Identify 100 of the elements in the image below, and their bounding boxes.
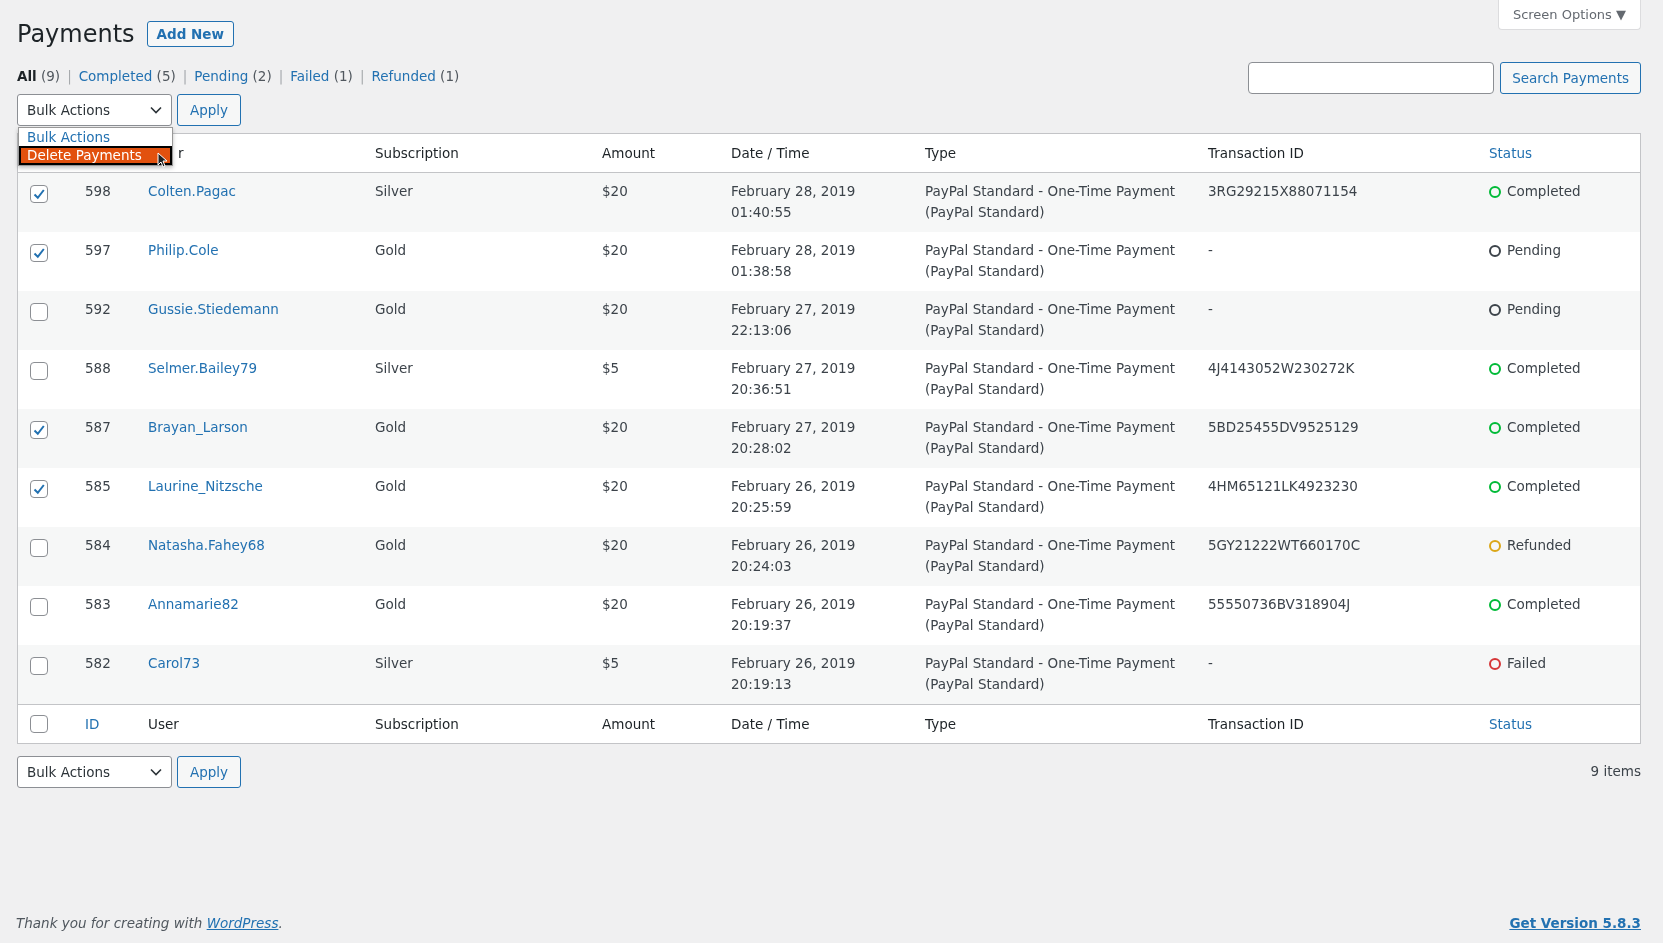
time-text: 01:40:55 (731, 203, 793, 222)
checkbox[interactable] (30, 185, 48, 203)
id-cell: 597 (85, 242, 111, 258)
column-header: Amount (602, 144, 656, 161)
apply-button[interactable]: Apply (177, 756, 242, 788)
time-text: 20:28:02 (731, 439, 793, 458)
time-text: 01:38:58 (731, 262, 793, 281)
separator: | (182, 68, 188, 84)
user-link[interactable]: Carol73 (148, 655, 201, 671)
time-text: 20:25:59 (731, 498, 793, 517)
status-text: Completed (1507, 595, 1581, 614)
menu-option[interactable]: Delete Payments (19, 146, 172, 165)
filter-link[interactable]: Completed (5) (78, 68, 176, 84)
column-header[interactable]: Status (1489, 715, 1533, 732)
user-link[interactable]: Natasha.Fahey68 (148, 537, 265, 553)
time-text: 20:19:13 (731, 675, 793, 694)
column-header[interactable]: ID (85, 715, 100, 732)
date-text: February 27, 2019 (731, 359, 857, 378)
subscription-cell: Gold (375, 419, 407, 435)
status-text: Failed (1507, 654, 1547, 673)
filter-link[interactable]: Refunded (1) (371, 68, 460, 84)
status-text: Completed (1507, 477, 1581, 496)
item-count: 9 items (1590, 763, 1641, 779)
transaction-id-cell: 4J4143052W230272K (1208, 360, 1355, 376)
date-text: February 28, 2019 (731, 241, 857, 260)
menu-option[interactable]: Bulk Actions (19, 128, 172, 146)
checkbox[interactable] (30, 715, 48, 733)
user-link[interactable]: Brayan_Larson (148, 419, 248, 435)
date-text: February 27, 2019 (731, 418, 857, 437)
gateway-text: (PayPal Standard) (925, 203, 1046, 222)
transaction-id-cell: - (1208, 242, 1213, 258)
filter-link[interactable]: All (9) (17, 68, 61, 84)
subscription-cell: Gold (375, 537, 407, 553)
status-text: Refunded (1507, 536, 1572, 555)
checkbox[interactable] (30, 598, 48, 616)
subscription-cell: Gold (375, 301, 407, 317)
version-link[interactable]: Get Version 5.8.3 (1509, 915, 1641, 931)
id-cell: 582 (85, 655, 111, 671)
checkbox[interactable] (30, 303, 48, 321)
checkbox[interactable] (30, 362, 48, 380)
transaction-id-cell: 55550736BV318904J (1208, 596, 1351, 612)
id-cell: 587 (85, 419, 111, 435)
user-link[interactable]: Colten.Pagac (148, 183, 236, 199)
amount-cell: $20 (602, 478, 628, 494)
subscription-cell: Silver (375, 655, 413, 671)
payment-type-text: PayPal Standard - One-Time Payment (925, 536, 1177, 555)
checkbox[interactable] (30, 421, 48, 439)
subscription-cell: Gold (375, 478, 407, 494)
user-link[interactable]: Laurine_Nitzsche (148, 478, 263, 494)
date-text: February 26, 2019 (731, 595, 857, 614)
filter-link[interactable]: Failed (1) (290, 68, 353, 84)
search-field[interactable] (1248, 62, 1495, 94)
id-cell: 585 (85, 478, 111, 494)
time-text: 20:19:37 (731, 616, 793, 635)
add-new-button[interactable]: Add New (146, 21, 234, 47)
amount-cell: $20 (602, 301, 628, 317)
gateway-text: (PayPal Standard) (925, 498, 1046, 517)
bulk-actions-select[interactable]: Bulk Actions (17, 756, 172, 788)
amount-cell: $20 (602, 537, 628, 553)
id-cell: 584 (85, 537, 111, 553)
checkbox[interactable] (30, 244, 48, 262)
status-text: Pending (1507, 241, 1561, 260)
page-title: Payments (17, 20, 135, 48)
payment-type-text: PayPal Standard - One-Time Payment (925, 477, 1177, 496)
subscription-cell: Gold (375, 596, 407, 612)
transaction-id-cell: 3RG29215X88071154 (1208, 183, 1358, 199)
date-text: February 27, 2019 (731, 300, 857, 319)
user-link[interactable]: Philip.Cole (148, 242, 219, 258)
checkbox[interactable] (30, 480, 48, 498)
user-link[interactable]: Selmer.Bailey79 (148, 360, 258, 376)
payment-type-text: PayPal Standard - One-Time Payment (925, 241, 1177, 260)
checkbox[interactable] (30, 657, 48, 675)
separator: | (67, 68, 72, 84)
payment-type-text: PayPal Standard - One-Time Payment (925, 654, 1177, 673)
gateway-text: (PayPal Standard) (925, 557, 1046, 576)
apply-button[interactable]: Apply (177, 94, 242, 126)
id-cell: 592 (85, 301, 111, 317)
column-header: Type (925, 144, 956, 161)
column-header: Type (925, 715, 956, 732)
time-text: 20:36:51 (731, 380, 793, 399)
column-header: Amount (602, 715, 656, 732)
column-header: Subscription (375, 715, 459, 732)
filter-link[interactable]: Pending (2) (194, 68, 272, 84)
user-link[interactable]: Gussie.Stiedemann (148, 301, 279, 317)
payment-type-text: PayPal Standard - One-Time Payment (925, 182, 1177, 201)
column-header[interactable]: Status (1489, 144, 1533, 161)
gateway-text: (PayPal Standard) (925, 675, 1046, 694)
footer-text: Thank you for creating with WordPress. (16, 915, 283, 931)
checkbox[interactable] (30, 539, 48, 557)
gateway-text: (PayPal Standard) (925, 616, 1046, 635)
search-button[interactable]: Search Payments (1500, 62, 1641, 94)
user-link[interactable]: Annamarie82 (148, 596, 239, 612)
amount-cell: $5 (602, 360, 620, 376)
gateway-text: (PayPal Standard) (925, 439, 1046, 458)
chevron-icon (150, 768, 162, 776)
bulk-actions-select[interactable]: Bulk Actions (17, 94, 172, 126)
transaction-id-cell: 5GY21222WT660170C (1208, 537, 1361, 553)
status-text: Completed (1507, 182, 1581, 201)
screen-options-button[interactable]: Screen Options ▼ (1497, 0, 1641, 30)
amount-cell: $20 (602, 596, 628, 612)
